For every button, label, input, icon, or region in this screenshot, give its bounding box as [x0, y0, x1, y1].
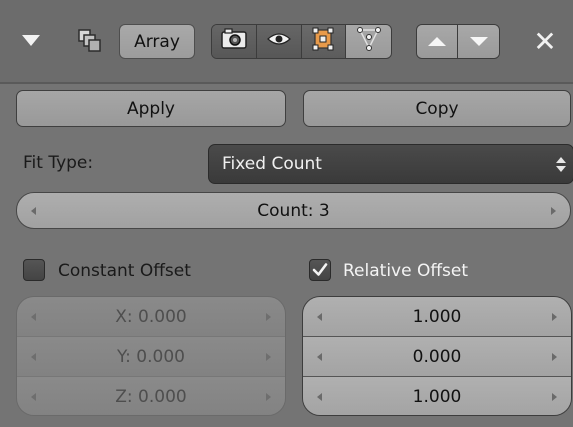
decrement-arrow-icon[interactable]	[31, 352, 36, 361]
decrement-arrow-icon[interactable]	[31, 312, 36, 321]
increment-arrow-icon[interactable]	[266, 352, 271, 361]
field-value: Y: 0.000	[117, 346, 185, 367]
count-value: Count: 3	[257, 200, 330, 221]
field-value: 1.000	[412, 387, 462, 407]
on-cage-toggle[interactable]	[346, 25, 391, 58]
constant-offset-label: Constant Offset	[58, 261, 191, 281]
constant-offset-y-field[interactable]: Y: 0.000	[17, 337, 285, 377]
relative-offset-label: Relative Offset	[343, 261, 469, 281]
constant-offset-x-field[interactable]: X: 0.000	[17, 297, 285, 337]
count-field[interactable]: Count: 3	[16, 192, 571, 229]
increment-arrow-icon[interactable]	[266, 312, 271, 321]
visibility-toggles	[211, 24, 392, 59]
increment-arrow-icon[interactable]	[552, 312, 557, 321]
constant-offset-checkbox[interactable]	[23, 259, 45, 281]
decrement-arrow-icon[interactable]	[31, 393, 36, 401]
dropdown-updown-icon	[555, 156, 567, 173]
header-divider	[0, 82, 573, 84]
render-camera-icon	[221, 28, 247, 55]
field-value: X: 0.000	[115, 306, 187, 327]
collapse-arrow-icon[interactable]	[22, 35, 40, 46]
cage-icon	[356, 26, 382, 57]
constant-offset-z-field[interactable]: Z: 0.000	[17, 377, 285, 415]
relative-offset-vector: 1.000 0.000 1.000	[302, 296, 572, 416]
field-value: 0.000	[412, 346, 462, 367]
edit-mode-icon	[310, 26, 336, 57]
move-up-icon	[428, 37, 446, 46]
render-camera-toggle[interactable]	[212, 25, 257, 58]
relative-offset-checkbox[interactable]	[309, 259, 331, 281]
increment-arrow-icon[interactable]	[551, 206, 556, 215]
close-icon[interactable]: ✕	[530, 25, 560, 58]
move-up-button[interactable]	[417, 25, 459, 58]
apply-button[interactable]: Apply	[16, 90, 286, 127]
increment-arrow-icon[interactable]	[552, 393, 557, 401]
decrement-arrow-icon[interactable]	[317, 352, 322, 361]
copy-button[interactable]: Copy	[303, 90, 571, 127]
increment-arrow-icon[interactable]	[552, 352, 557, 361]
eye-icon	[266, 30, 292, 53]
viewport-display-toggle[interactable]	[256, 25, 302, 58]
array-modifier-icon	[77, 28, 103, 54]
field-value: 1.000	[412, 306, 462, 327]
increment-arrow-icon[interactable]	[266, 393, 271, 401]
relative-offset-x-field[interactable]: 1.000	[303, 297, 571, 337]
decrement-arrow-icon[interactable]	[317, 312, 322, 321]
fit-type-value: Fixed Count	[222, 154, 322, 174]
fit-type-dropdown[interactable]: Fixed Count	[208, 144, 573, 184]
modifier-name-field[interactable]: Array	[119, 24, 195, 59]
move-down-button[interactable]	[458, 25, 499, 58]
move-modifier-buttons	[416, 24, 500, 59]
edit-mode-toggle[interactable]	[301, 25, 347, 58]
relative-offset-y-field[interactable]: 0.000	[303, 337, 571, 377]
fit-type-label: Fit Type:	[23, 153, 94, 173]
checkmark-icon	[312, 263, 328, 276]
constant-offset-vector: X: 0.000 Y: 0.000 Z: 0.000	[16, 296, 286, 416]
relative-offset-z-field[interactable]: 1.000	[303, 377, 571, 415]
move-down-icon	[469, 37, 488, 46]
decrement-arrow-icon[interactable]	[31, 206, 36, 215]
decrement-arrow-icon[interactable]	[317, 393, 322, 401]
field-value: Z: 0.000	[115, 387, 187, 407]
